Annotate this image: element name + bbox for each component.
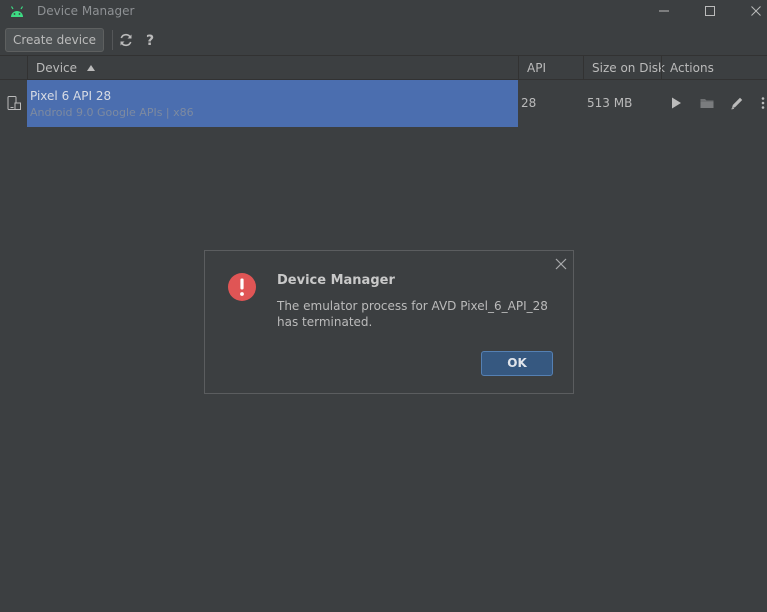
error-icon — [228, 273, 256, 301]
dialog-title: Device Manager — [277, 273, 395, 288]
window-close-button[interactable] — [742, 2, 767, 22]
folder-icon[interactable] — [699, 95, 715, 111]
column-header-device[interactable]: Device — [27, 56, 518, 80]
close-icon — [751, 6, 761, 16]
toolbar: Create device ? — [0, 25, 767, 55]
column-label-device: Device — [36, 61, 78, 75]
sort-ascending-icon — [86, 65, 95, 71]
column-header-size[interactable]: Size on Disk — [583, 56, 665, 80]
window-title: Device Manager — [37, 4, 135, 18]
table-header: Device API Size on Disk Actions — [0, 55, 767, 80]
toolbar-separator — [112, 30, 113, 50]
column-header-actions: Actions — [661, 56, 767, 80]
device-cell-selected[interactable]: Pixel 6 API 28 Android 9.0 Google APIs |… — [27, 80, 518, 127]
title-bar: Device Manager — [0, 0, 767, 25]
edit-icon[interactable] — [729, 95, 745, 111]
device-name: Pixel 6 API 28 — [30, 89, 112, 103]
maximize-button[interactable] — [696, 2, 724, 22]
column-header-api[interactable]: API — [518, 56, 583, 80]
minimize-icon — [659, 10, 669, 12]
more-icon[interactable] — [759, 95, 767, 111]
table-row[interactable]: Pixel 6 API 28 Android 9.0 Google APIs |… — [0, 80, 767, 127]
create-device-button[interactable]: Create device — [5, 28, 104, 52]
dialog-message: The emulator process for AVD Pixel_6_API… — [277, 299, 548, 329]
dialog-close-icon[interactable] — [554, 257, 568, 271]
device-size-on-disk: 513 MB — [587, 96, 633, 110]
device-api-level: 28 — [521, 96, 537, 110]
column-label-actions: Actions — [670, 61, 714, 75]
help-icon[interactable]: ? — [141, 31, 159, 49]
android-icon — [10, 6, 24, 17]
minimize-button[interactable] — [650, 2, 678, 22]
column-label-size: Size on Disk — [592, 61, 665, 75]
ok-button[interactable]: OK — [481, 351, 553, 376]
help-label: ? — [146, 33, 154, 49]
play-icon[interactable] — [668, 95, 684, 111]
device-details: Android 9.0 Google APIs | x86 — [30, 106, 194, 119]
device-manager-window: Device Manager Create device ? Device AP… — [0, 0, 767, 612]
phone-device-icon — [7, 96, 21, 110]
refresh-icon[interactable] — [117, 31, 135, 49]
column-label-api: API — [527, 61, 546, 75]
maximize-icon — [705, 6, 715, 16]
error-dialog: Device Manager The emulator process for … — [204, 250, 574, 394]
